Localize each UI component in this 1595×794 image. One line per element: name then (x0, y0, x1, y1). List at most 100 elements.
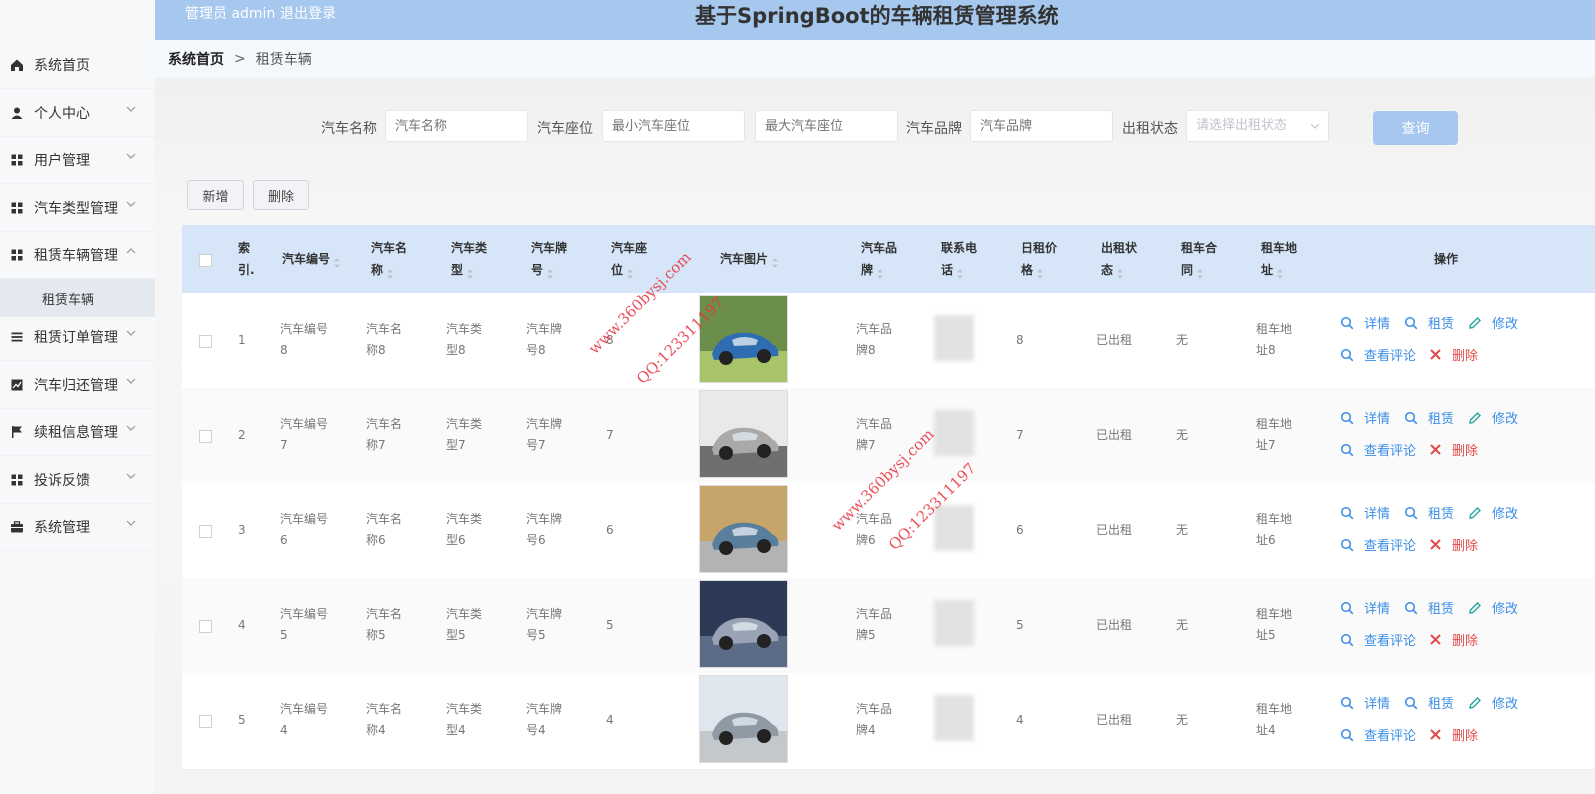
car-name-label: 汽车名称 (321, 121, 377, 137)
column-header-car-no[interactable]: 汽车编号 (282, 225, 341, 293)
sidebar-item-label: 用户管理 (34, 152, 90, 169)
sort-caret-icon[interactable] (546, 265, 554, 279)
seat-min-input[interactable] (602, 110, 745, 142)
sort-caret-icon[interactable] (771, 254, 779, 268)
sort-caret-icon[interactable] (956, 265, 964, 279)
sort-caret-icon[interactable] (876, 265, 884, 279)
add-button[interactable]: 新增 (187, 180, 244, 210)
sort-caret-icon[interactable] (1116, 265, 1124, 279)
view-comments-button[interactable]: 查看评论 (1340, 630, 1416, 649)
delete-button[interactable]: 删除 (1429, 630, 1478, 649)
row-checkbox[interactable] (199, 715, 212, 728)
status-select[interactable]: 请选择出租状态 (1186, 110, 1329, 142)
sort-caret-icon[interactable] (626, 265, 634, 279)
sidebar-item[interactable]: 系统首页 (0, 41, 155, 89)
sort-caret-icon[interactable] (1276, 265, 1284, 279)
car-thumbnail[interactable] (699, 675, 788, 763)
column-header-label: 汽车牌 (531, 241, 568, 255)
detail-button[interactable]: 详情 (1340, 693, 1390, 712)
edit-button[interactable]: 修改 (1468, 313, 1518, 332)
edit-button[interactable]: 修改 (1468, 693, 1518, 712)
cell-line: 牌4 (856, 723, 876, 737)
sort-caret-icon[interactable] (386, 265, 394, 279)
row-checkbox[interactable] (199, 430, 212, 443)
sidebar-item[interactable]: 续租信息管理 (0, 408, 155, 456)
rent-button[interactable]: 租赁 (1404, 313, 1454, 332)
sidebar-item[interactable]: 租赁车辆管理 (0, 231, 155, 279)
column-header-address[interactable]: 租车地址 (1261, 225, 1297, 293)
sidebar-item[interactable]: 个人中心 (0, 89, 155, 137)
delete-button[interactable]: 删除 (1429, 725, 1478, 744)
column-header-phone[interactable]: 联系电话 (941, 225, 977, 293)
chevron-down-icon (125, 103, 137, 115)
delete-selected-button[interactable]: 删除 (253, 180, 309, 210)
detail-button[interactable]: 详情 (1340, 313, 1390, 332)
edit-button[interactable]: 修改 (1468, 408, 1518, 427)
query-button[interactable]: 查询 (1373, 111, 1458, 145)
breadcrumb: 系统首页 > 租赁车辆 (155, 40, 1595, 78)
sort-caret-icon[interactable] (1196, 265, 1204, 279)
logout-link[interactable]: 退出登录 (280, 3, 336, 23)
column-header-status[interactable]: 出租状态 (1101, 225, 1137, 293)
car-thumbnail[interactable] (699, 580, 788, 668)
view-comments-button[interactable]: 查看评论 (1340, 535, 1416, 554)
sort-caret-icon[interactable] (1036, 265, 1044, 279)
row-checkbox[interactable] (199, 620, 212, 633)
rent-button[interactable]: 租赁 (1404, 693, 1454, 712)
row-checkbox[interactable] (199, 335, 212, 348)
sidebar-subitem-rental-cars[interactable]: 租赁车辆 (0, 279, 155, 317)
breadcrumb-home-link[interactable]: 系统首页 (168, 49, 224, 69)
column-header-brand[interactable]: 汽车品牌 (861, 225, 897, 293)
sort-caret-icon[interactable] (333, 254, 341, 268)
car-thumbnail[interactable] (699, 390, 788, 478)
rent-button[interactable]: 租赁 (1404, 503, 1454, 522)
column-header-image[interactable]: 汽车图片 (720, 225, 779, 293)
delete-button[interactable]: 删除 (1429, 535, 1478, 554)
sidebar-item-label: 系统管理 (34, 519, 90, 536)
view-comments-button[interactable]: 查看评论 (1340, 345, 1416, 364)
action-label: 修改 (1492, 317, 1519, 332)
delete-button[interactable]: 删除 (1429, 345, 1478, 364)
cell-status: 已出租 (1096, 428, 1133, 442)
cell-line: 型6 (446, 533, 466, 547)
view-comments-button[interactable]: 查看评论 (1340, 440, 1416, 459)
column-header-price[interactable]: 日租价格 (1021, 225, 1057, 293)
cell-plate: 汽车牌 号8 (526, 319, 562, 361)
cell-line: 租车地 (1256, 702, 1293, 716)
cell-line: 汽车类 (446, 512, 483, 526)
column-header-car-name[interactable]: 汽车名称 (371, 225, 407, 293)
detail-button[interactable]: 详情 (1340, 408, 1390, 427)
edit-button[interactable]: 修改 (1468, 503, 1518, 522)
detail-button[interactable]: 详情 (1340, 598, 1390, 617)
column-header-car-type[interactable]: 汽车类型 (451, 225, 487, 293)
column-header-plate[interactable]: 汽车牌号 (531, 225, 567, 293)
sidebar-item[interactable]: 投诉反馈 (0, 456, 155, 504)
chevron-down-icon (1310, 123, 1320, 129)
sort-caret-icon[interactable] (466, 265, 474, 279)
rent-button[interactable]: 租赁 (1404, 598, 1454, 617)
column-header-seats[interactable]: 汽车座位 (611, 225, 647, 293)
row-checkbox[interactable] (199, 525, 212, 538)
detail-button[interactable]: 详情 (1340, 503, 1390, 522)
select-all-checkbox[interactable] (199, 254, 212, 267)
car-name-input[interactable] (385, 110, 528, 142)
cell-brand: 汽车品 牌7 (856, 414, 892, 456)
rent-button[interactable]: 租赁 (1404, 408, 1454, 427)
top-header: 管理员 admin 退出登录 基于SpringBoot的车辆租赁管理系统 (155, 0, 1595, 40)
delete-button[interactable]: 删除 (1429, 440, 1478, 459)
seat-max-input[interactable] (755, 110, 898, 142)
column-header-line: 引. (238, 259, 255, 281)
column-header-contract[interactable]: 租车合同 (1181, 225, 1217, 293)
sidebar-item[interactable]: 汽车归还管理 (0, 361, 155, 409)
sidebar-item-label: 租赁订单管理 (34, 329, 118, 346)
search-icon (1404, 316, 1423, 330)
sidebar-item[interactable]: 租赁订单管理 (0, 313, 155, 361)
edit-button[interactable]: 修改 (1468, 598, 1518, 617)
sidebar-item[interactable]: 系统管理 (0, 503, 155, 551)
search-icon (1404, 601, 1423, 615)
sidebar-item[interactable]: 汽车类型管理 (0, 184, 155, 232)
view-comments-button[interactable]: 查看评论 (1340, 725, 1416, 744)
sidebar-item[interactable]: 用户管理 (0, 136, 155, 184)
brand-input[interactable] (970, 110, 1113, 142)
car-thumbnail[interactable] (699, 485, 788, 573)
